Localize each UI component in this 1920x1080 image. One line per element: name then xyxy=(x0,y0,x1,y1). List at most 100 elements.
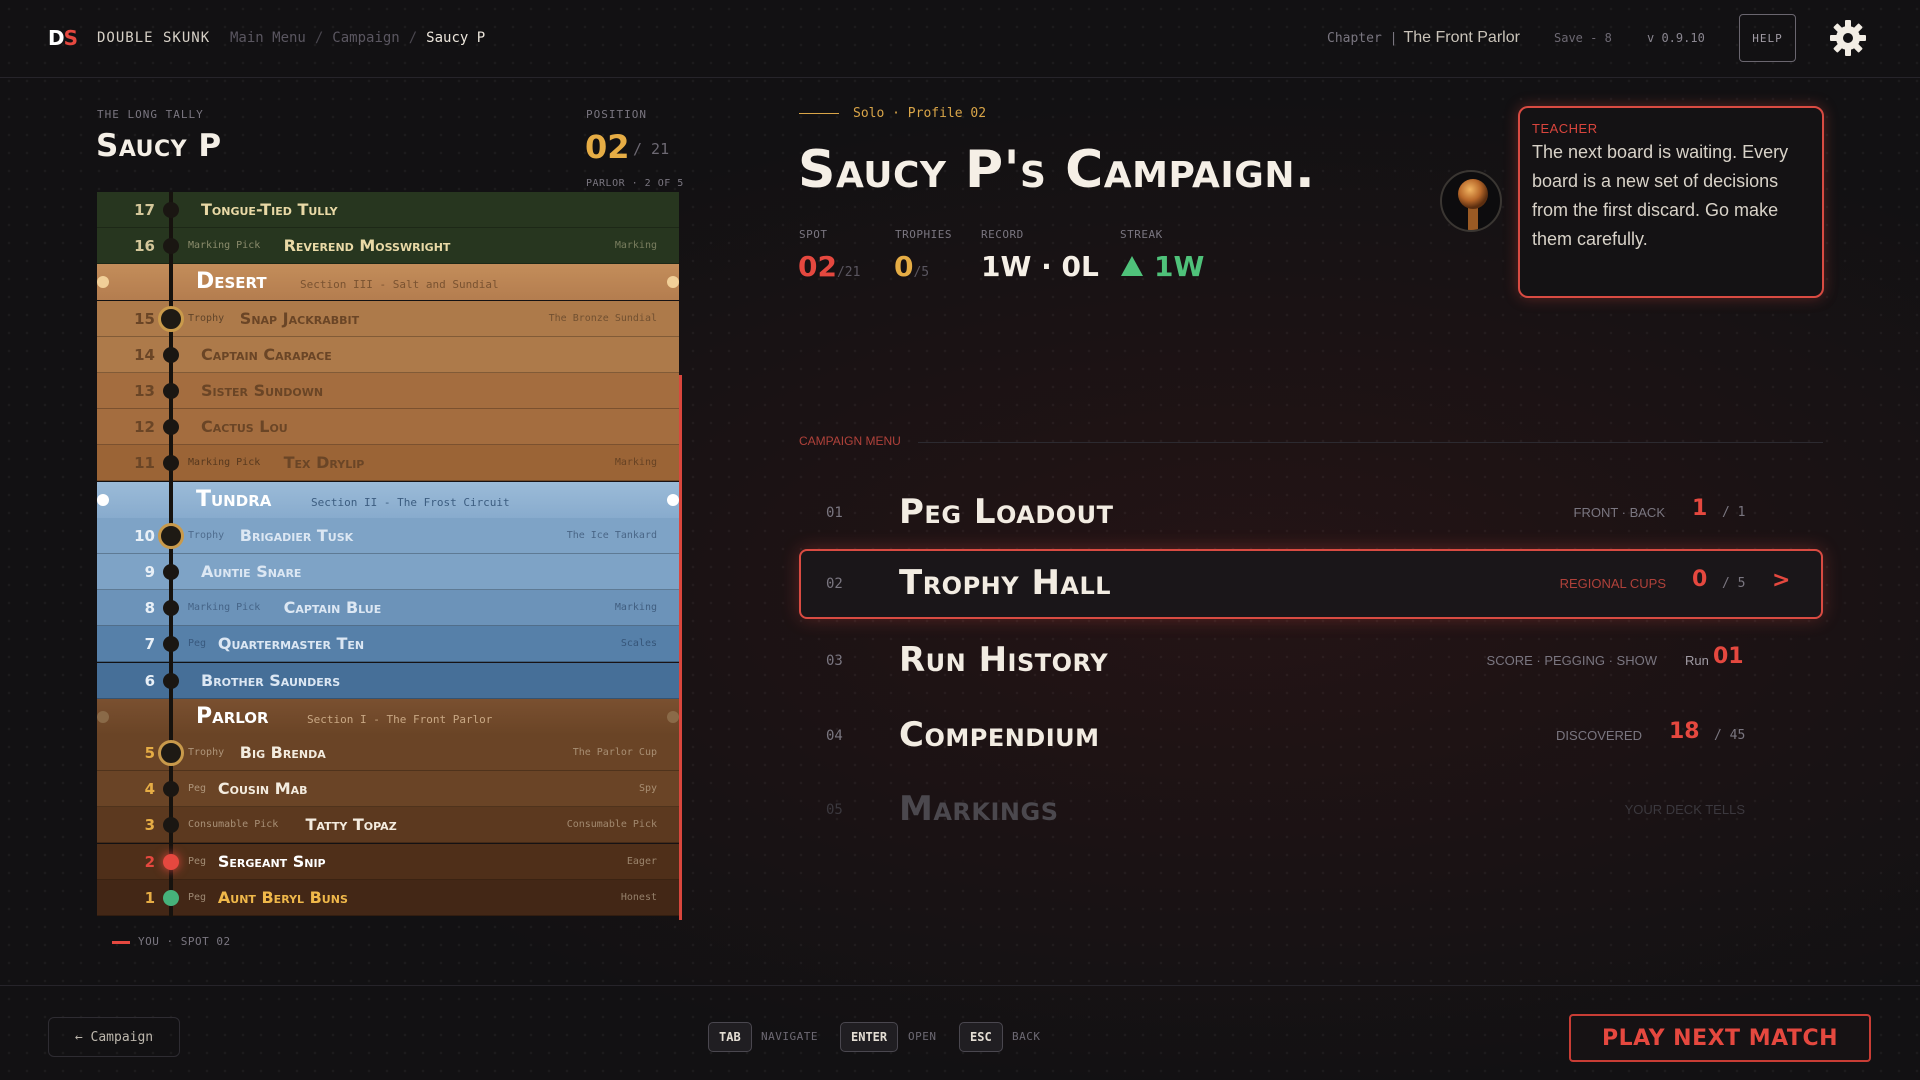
position-label: POSITION xyxy=(586,108,647,121)
row-trait: Consumable Pick xyxy=(566,819,657,831)
breadcrumb-campaign[interactable]: Campaign xyxy=(332,30,399,46)
ladder-node-icon xyxy=(163,346,179,363)
ladder-row[interactable]: 1 Peg Aunt Beryl Buns Honest xyxy=(97,879,679,917)
ladder-row[interactable]: 13 Sister Sundown xyxy=(97,373,679,410)
key-esc-desc: BACK xyxy=(1012,1030,1041,1043)
opponent-name: Captain Carapace xyxy=(201,344,332,364)
brand-name: DOUBLE SKUNK xyxy=(97,30,211,46)
ladder-node-icon xyxy=(163,817,179,834)
ladder-spine xyxy=(169,481,173,518)
row-kind: Marking Pick xyxy=(188,457,261,469)
menu-item-meta: DISCOVERED xyxy=(1556,728,1642,743)
progress-line xyxy=(679,375,682,920)
ladder-row[interactable]: 15 Trophy Snap Jackrabbit The Bronze Sundia… xyxy=(97,300,679,338)
row-kind: Marking Pick xyxy=(188,602,261,614)
help-button[interactable]: HELP xyxy=(1739,14,1796,62)
ladder-row[interactable]: 2 Peg Sergeant Snip Eager xyxy=(97,843,679,881)
section-pip xyxy=(97,710,109,723)
ladder-row[interactable]: 17 Tongue-Tied Tully xyxy=(97,192,679,229)
ladder-node-icon xyxy=(163,564,179,580)
ladder-row[interactable]: 12 Cactus Lou xyxy=(97,409,679,447)
ladder-node-icon xyxy=(163,672,179,689)
record-label: RECORD xyxy=(981,228,1024,241)
opponent-name: Sergeant Snip xyxy=(217,851,326,871)
ladder-node-icon xyxy=(163,383,179,399)
section-pip xyxy=(667,710,679,723)
row-number: 1 xyxy=(144,888,155,907)
row-trait: Scales xyxy=(620,638,657,650)
back-to-campaign-button[interactable]: ← Campaign xyxy=(48,1017,180,1057)
opponent-name: Cactus Lou xyxy=(201,417,288,437)
row-kind: Consumable Pick xyxy=(188,819,279,831)
spot-stat: 02/21 xyxy=(798,250,861,283)
teacher-tooltip: TEACHER The next board is waiting. Every… xyxy=(1518,106,1824,298)
opponent-name: Quartermaster Ten xyxy=(217,634,365,654)
chevron-right-icon: > xyxy=(1772,568,1791,593)
row-number: 17 xyxy=(134,201,155,219)
menu-item-meta: FRONT · BACK xyxy=(1573,505,1666,520)
play-next-match-button[interactable]: PLAY NEXT MATCH xyxy=(1569,1014,1871,1062)
key-enter-desc: OPEN xyxy=(908,1030,937,1043)
opponent-name: Big Brenda xyxy=(239,743,326,762)
position-total: / 21 xyxy=(633,140,670,158)
streak-label: STREAK xyxy=(1120,228,1163,241)
key-enter: ENTER xyxy=(840,1022,899,1052)
chapter-indicator: Chapter | The Front Parlor xyxy=(1327,29,1520,47)
save-slot: Save - 8 xyxy=(1554,31,1612,45)
ladder-row[interactable]: 16 Marking Pick Reverend Mosswright Marking xyxy=(97,228,679,266)
menu-item-prefix: Run xyxy=(1685,653,1709,668)
ladder-row[interactable]: 4 Peg Cousin Mab Spy xyxy=(97,771,679,809)
opponent-name: Cousin Mab xyxy=(217,779,308,799)
row-kind: Peg xyxy=(188,638,207,650)
opponent-name: Aunt Beryl Buns xyxy=(217,887,348,907)
menu-index: 03 xyxy=(826,653,843,669)
you-legend: YOU · SPOT 02 xyxy=(112,935,231,948)
menu-item-trophy-hall[interactable]: 02 Trophy Hall REGIONAL CUPS 0 / 5 > xyxy=(799,549,1823,619)
position-subtitle: PARLOR · 2 OF 5 xyxy=(586,178,684,189)
row-number: 10 xyxy=(134,526,155,545)
menu-item-peg-loadout[interactable]: 01 Peg Loadout FRONT · BACK 1 / 1 xyxy=(799,478,1823,548)
ladder-row[interactable]: 9 Auntie Snare xyxy=(97,554,679,591)
row-trait: Eager xyxy=(626,855,657,867)
ladder-node-icon xyxy=(163,202,179,218)
opponent-name: Auntie Snare xyxy=(201,562,302,581)
row-trait: The Ice Tankard xyxy=(566,529,657,541)
menu-item-run-history[interactable]: 03 Run History SCORE · PEGGING · SHOW Ru… xyxy=(799,626,1823,696)
ladder-row[interactable]: 14 Captain Carapace xyxy=(97,336,679,374)
check-node-icon xyxy=(163,889,179,906)
ladder-spine xyxy=(169,264,173,301)
row-number: 14 xyxy=(134,345,155,364)
row-number: 5 xyxy=(144,744,155,762)
ladder-row[interactable]: 8 Marking Pick Captain Blue Marking xyxy=(97,590,679,628)
triangle-up-icon xyxy=(1121,256,1143,276)
ladder-row[interactable]: 5 Trophy Big Brenda The Parlor Cup xyxy=(97,735,679,772)
record-stat: 1W · 0L xyxy=(981,250,1099,283)
ladder-row[interactable]: 10 Trophy Brigadier Tusk The Ice Tankard xyxy=(97,517,679,555)
current-node-icon xyxy=(163,853,179,870)
menu-item-meta: REGIONAL CUPS xyxy=(1559,576,1666,591)
key-esc: ESC xyxy=(959,1022,1003,1052)
ladder-row[interactable]: 11 Marking Pick Tex Drylip Marking xyxy=(97,445,679,483)
opponent-name: Tex Drylip xyxy=(283,453,365,473)
section-header-tundra: Tundra Section II - The Frost Circuit xyxy=(97,481,679,518)
row-kind: Peg xyxy=(188,855,207,867)
ladder-row[interactable]: 3 Consumable Pick Tatty Topaz Consumable Pi… xyxy=(97,807,679,845)
menu-item-total: / 1 xyxy=(1722,505,1746,520)
teacher-message: The next board is waiting. Every board i… xyxy=(1532,142,1789,249)
trophy-node-icon xyxy=(158,740,184,766)
player-name: Saucy P xyxy=(96,128,222,164)
breadcrumb-main-menu[interactable]: Main Menu xyxy=(230,30,306,46)
opponent-name: Tatty Topaz xyxy=(305,815,397,835)
menu-item-markings[interactable]: 05 Markings YOUR DECK TELLS xyxy=(799,775,1823,845)
row-number: 12 xyxy=(134,418,155,437)
ladder-row[interactable]: 7 Peg Quartermaster Ten Scales xyxy=(97,626,679,664)
ladder-row[interactable]: 6 Brother Saunders xyxy=(97,662,679,700)
teacher-avatar xyxy=(1440,170,1502,232)
menu-item-total: / 45 xyxy=(1714,728,1746,743)
menu-item-compendium[interactable]: 04 Compendium DISCOVERED 18 / 45 xyxy=(799,701,1823,771)
row-number: 2 xyxy=(144,852,155,871)
menu-item-meta: SCORE · PEGGING · SHOW xyxy=(1486,653,1657,668)
opponent-name: Brigadier Tusk xyxy=(239,525,354,545)
menu-item-label: Trophy Hall xyxy=(899,563,1112,603)
gear-icon[interactable] xyxy=(1828,18,1868,58)
